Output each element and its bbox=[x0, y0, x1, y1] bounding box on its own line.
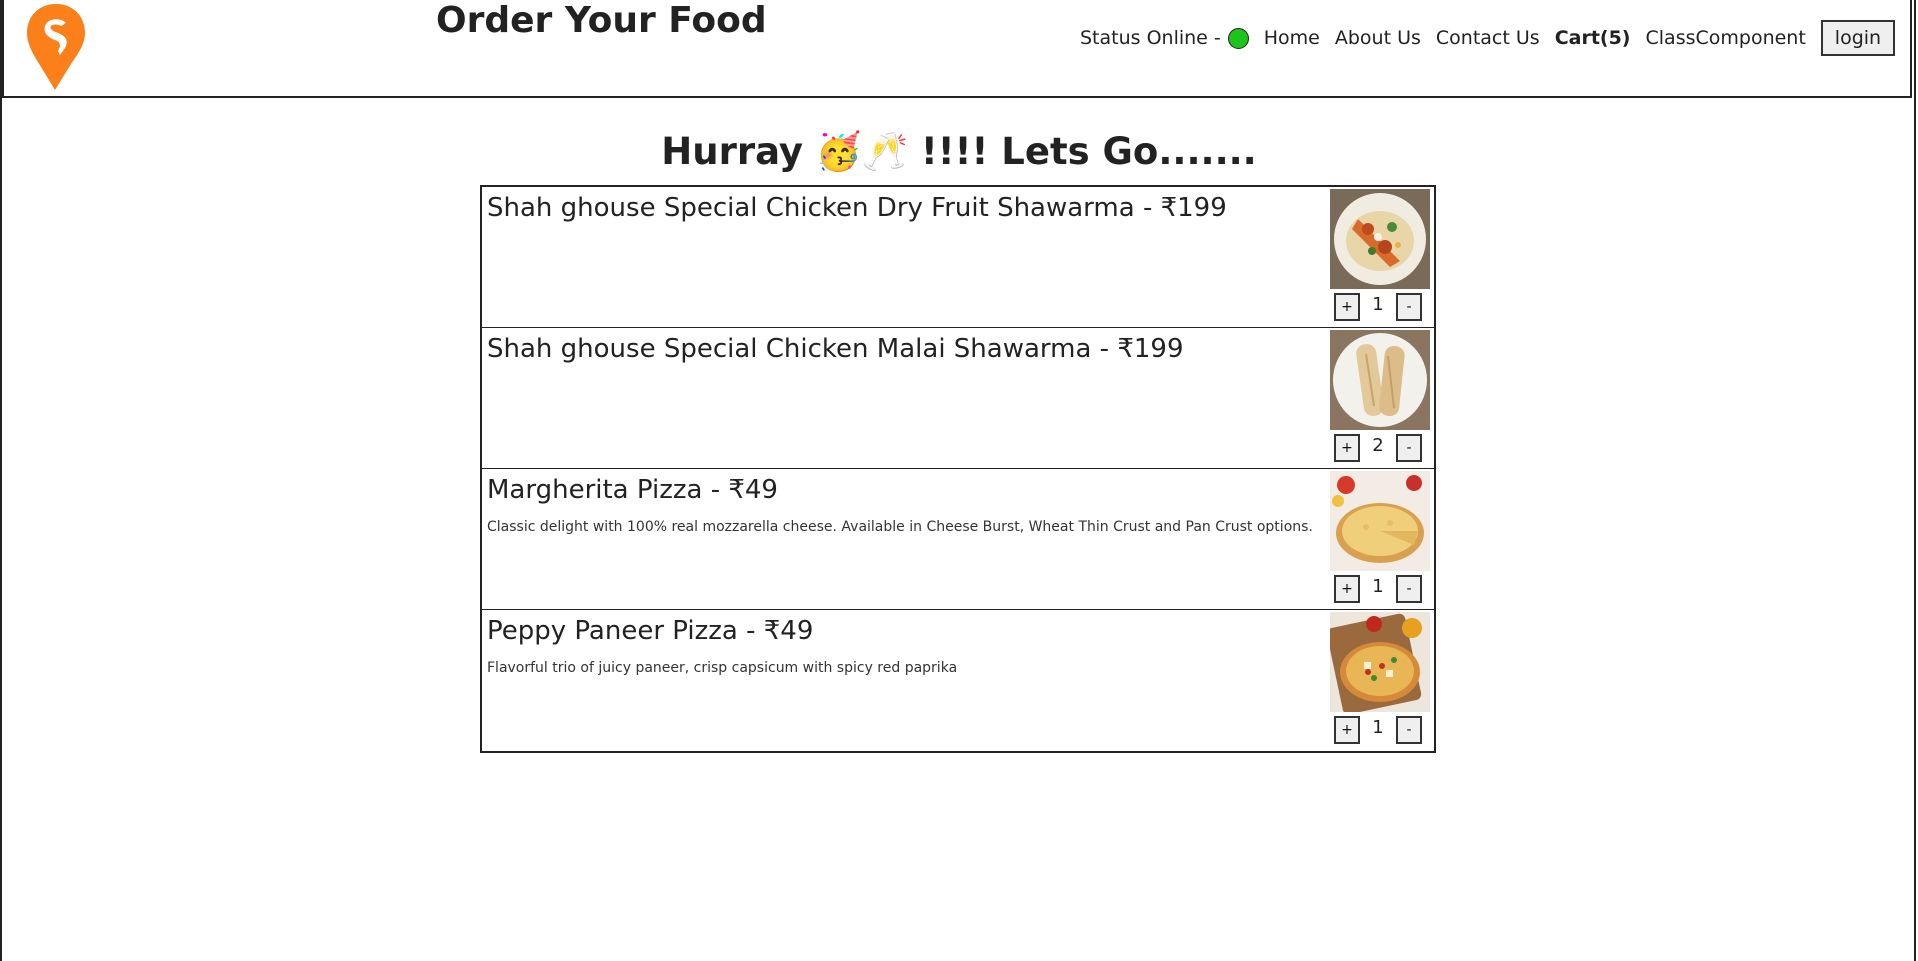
decrement-button[interactable]: - bbox=[1396, 575, 1422, 603]
nav-contact-link[interactable]: Contact Us bbox=[1436, 27, 1540, 49]
page-title: Order Your Food bbox=[436, 0, 767, 41]
header: Order Your Food Status Online - Home Abo… bbox=[2, 0, 1912, 98]
decrement-button[interactable]: - bbox=[1396, 716, 1422, 744]
peppy-paneer-pizza-image bbox=[1330, 612, 1430, 712]
quantity-value: 1 bbox=[1372, 293, 1384, 315]
quantity-stepper: + 1 - bbox=[1334, 716, 1422, 744]
decrement-button[interactable]: - bbox=[1396, 293, 1422, 321]
quantity-value: 1 bbox=[1372, 575, 1384, 597]
item-title: Peppy Paneer Pizza - ₹49 bbox=[487, 616, 814, 646]
login-button[interactable]: login bbox=[1820, 20, 1896, 56]
increment-button[interactable]: + bbox=[1334, 434, 1360, 462]
quantity-stepper: + 2 - bbox=[1334, 434, 1422, 462]
top-nav: Status Online - Home About Us Contact Us… bbox=[1080, 20, 1896, 56]
nav-home-link[interactable]: Home bbox=[1264, 27, 1320, 49]
cart-item-list: Shah ghouse Special Chicken Dry Fruit Sh… bbox=[480, 185, 1436, 753]
cart-item-row: Shah ghouse Special Chicken Dry Fruit Sh… bbox=[482, 187, 1434, 328]
increment-button[interactable]: + bbox=[1334, 293, 1360, 321]
quantity-stepper: + 1 - bbox=[1334, 575, 1422, 603]
nav-cart-link[interactable]: Cart(5) bbox=[1555, 27, 1631, 49]
margherita-pizza-image bbox=[1330, 471, 1430, 571]
quantity-value: 2 bbox=[1372, 434, 1384, 456]
item-description: Classic delight with 100% real mozzarell… bbox=[487, 519, 1313, 535]
increment-button[interactable]: + bbox=[1334, 575, 1360, 603]
quantity-stepper: + 1 - bbox=[1334, 293, 1422, 321]
item-description: Flavorful trio of juicy paneer, crisp ca… bbox=[487, 660, 958, 676]
decrement-button[interactable]: - bbox=[1396, 434, 1422, 462]
cart-item-row: Peppy Paneer Pizza - ₹49 Flavorful trio … bbox=[482, 610, 1434, 751]
item-title: Shah ghouse Special Chicken Dry Fruit Sh… bbox=[487, 193, 1227, 223]
cart-item-row: Margherita Pizza - ₹49 Classic delight w… bbox=[482, 469, 1434, 610]
cart-item-row: Shah ghouse Special Chicken Malai Shawar… bbox=[482, 328, 1434, 469]
item-title: Shah ghouse Special Chicken Malai Shawar… bbox=[487, 334, 1184, 364]
quantity-value: 1 bbox=[1372, 716, 1384, 738]
status-online-dot-icon bbox=[1227, 27, 1249, 49]
increment-button[interactable]: + bbox=[1334, 716, 1360, 744]
nav-about-link[interactable]: About Us bbox=[1335, 27, 1421, 49]
swiggy-logo-icon[interactable] bbox=[24, 2, 88, 92]
nav-class-component-link[interactable]: ClassComponent bbox=[1646, 27, 1806, 49]
item-title: Margherita Pizza - ₹49 bbox=[487, 475, 778, 505]
status-label: Status Online - bbox=[1080, 27, 1221, 49]
cart-heading: Hurray 🥳🥂 !!!! Lets Go....... bbox=[661, 130, 1257, 173]
chicken-malai-shawarma-image bbox=[1330, 330, 1430, 430]
chicken-dry-fruit-shawarma-image bbox=[1330, 189, 1430, 289]
status-indicator: Status Online - bbox=[1080, 27, 1249, 49]
